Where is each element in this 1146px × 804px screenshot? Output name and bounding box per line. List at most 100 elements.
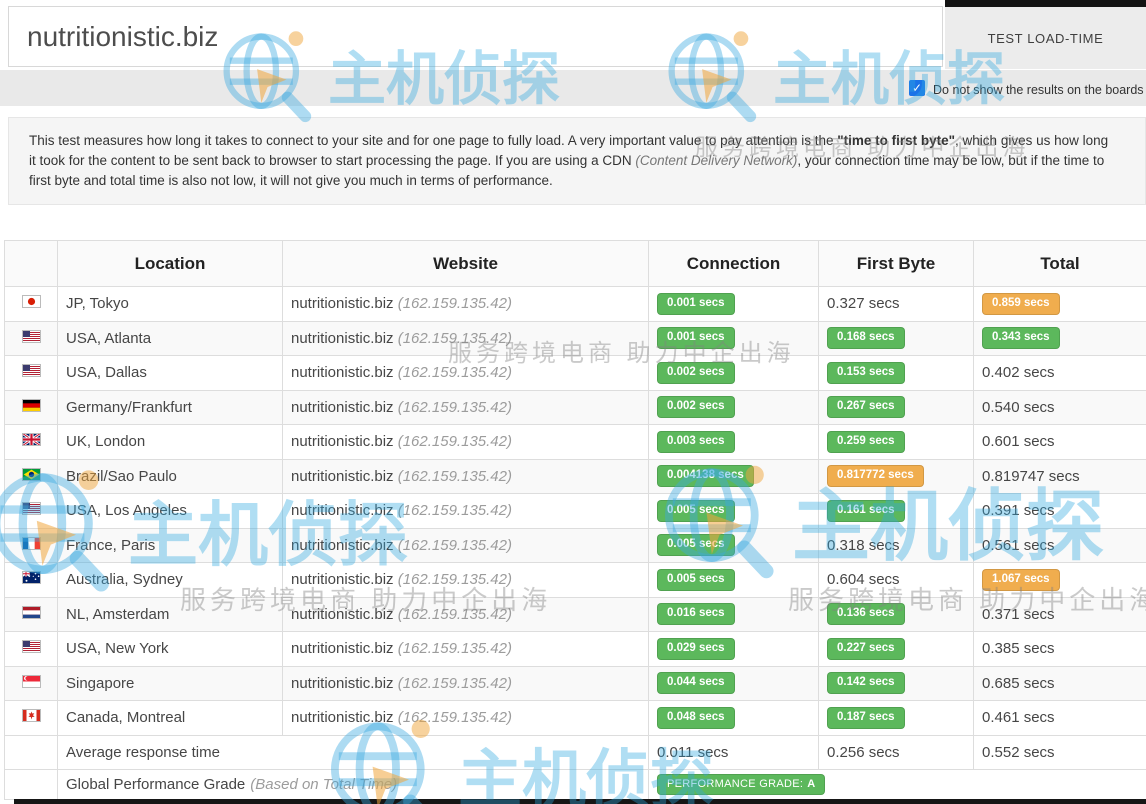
flag-us-icon	[22, 640, 41, 657]
test-load-time-button[interactable]: TEST LOAD-TIME	[945, 7, 1146, 69]
connection-cell: 0.004138 secs	[649, 459, 819, 494]
location-cell: Germany/Frankfurt	[58, 390, 283, 425]
bottom-black-bar	[14, 799, 1146, 804]
time-value: 0.819747 secs	[982, 468, 1080, 485]
table-row: NL, Amsterdam nutritionistic.biz (162.15…	[5, 597, 1146, 632]
flag-de-icon	[22, 399, 41, 416]
table-row: USA, Los Angeles nutritionistic.biz (162…	[5, 494, 1146, 529]
connection-cell: 0.005 secs	[649, 528, 819, 563]
website-cell: nutritionistic.biz (162.159.135.42)	[283, 563, 649, 598]
table-row: JP, Tokyo nutritionistic.biz (162.159.13…	[5, 287, 1146, 322]
time-badge: 0.029 secs	[657, 638, 735, 660]
location-cell: USA, Dallas	[58, 356, 283, 391]
total-cell: 0.685 secs	[974, 666, 1146, 701]
location-cell: Brazil/Sao Paulo	[58, 459, 283, 494]
flag-us-icon	[22, 330, 41, 347]
first-byte-cell: 0.142 secs	[819, 666, 974, 701]
flag-column-header	[5, 241, 58, 287]
time-badge: 0.044 secs	[657, 672, 735, 694]
first-byte-cell: 0.817772 secs	[819, 459, 974, 494]
website-cell: nutritionistic.biz (162.159.135.42)	[283, 321, 649, 356]
first-byte-cell: 0.604 secs	[819, 563, 974, 598]
first-byte-cell: 0.161 secs	[819, 494, 974, 529]
time-value: 0.385 secs	[982, 640, 1055, 657]
connection-cell: 0.003 secs	[649, 425, 819, 460]
average-label: Average response time	[58, 735, 649, 770]
flag-br-icon	[22, 468, 41, 485]
time-value: 0.461 secs	[982, 709, 1055, 726]
time-badge: 0.136 secs	[827, 603, 905, 625]
connection-cell: 0.002 secs	[649, 390, 819, 425]
time-value: 0.371 secs	[982, 606, 1055, 623]
flag-nl-icon	[22, 606, 41, 623]
website-cell: nutritionistic.biz (162.159.135.42)	[283, 287, 649, 322]
results-table: Location Website Connection First Byte T…	[4, 240, 1146, 800]
first-byte-cell: 0.153 secs	[819, 356, 974, 391]
time-badge: 1.067 secs	[982, 569, 1060, 591]
time-badge: 0.005 secs	[657, 569, 735, 591]
grade-badge-cell: PERFORMANCE GRADE: A	[649, 770, 1146, 800]
time-badge: 0.859 secs	[982, 293, 1060, 315]
table-row: Germany/Frankfurt nutritionistic.biz (16…	[5, 390, 1146, 425]
time-badge: 0.016 secs	[657, 603, 735, 625]
website-cell: nutritionistic.biz (162.159.135.42)	[283, 425, 649, 460]
grade-badge-prefix: PERFORMANCE GRADE:	[667, 778, 803, 790]
time-badge: 0.003 secs	[657, 431, 735, 453]
total-cell: 0.391 secs	[974, 494, 1146, 529]
time-badge: 0.259 secs	[827, 431, 905, 453]
total-cell: 0.859 secs	[974, 287, 1146, 322]
time-value: 0.561 secs	[982, 537, 1055, 554]
connection-cell: 0.048 secs	[649, 701, 819, 736]
time-badge: 0.817772 secs	[827, 465, 924, 487]
domain-input[interactable]	[8, 6, 943, 67]
grade-badge-value: A	[807, 778, 815, 790]
grade-row: Global Performance Grade(Based on Total …	[5, 770, 1146, 800]
location-cell: Canada, Montreal	[58, 701, 283, 736]
flag-us-icon	[22, 364, 41, 381]
connection-cell: 0.029 secs	[649, 632, 819, 667]
total-cell: 0.343 secs	[974, 321, 1146, 356]
website-cell: nutritionistic.biz (162.159.135.42)	[283, 632, 649, 667]
hide-results-checkbox-label: Do not show the results on the boards	[933, 83, 1144, 97]
location-cell: UK, London	[58, 425, 283, 460]
time-badge: 0.227 secs	[827, 638, 905, 660]
hide-results-checkbox[interactable]: ✓	[909, 80, 925, 96]
time-badge: 0.005 secs	[657, 534, 735, 556]
time-value: 0.327 secs	[827, 295, 900, 312]
connection-cell: 0.005 secs	[649, 494, 819, 529]
table-row: USA, New York nutritionistic.biz (162.15…	[5, 632, 1146, 667]
table-row: USA, Atlanta nutritionistic.biz (162.159…	[5, 321, 1146, 356]
description-bold: "time to first byte"	[837, 133, 955, 148]
first-byte-cell: 0.168 secs	[819, 321, 974, 356]
time-value: 0.540 secs	[982, 399, 1055, 416]
time-value: 0.391 secs	[982, 502, 1055, 519]
time-badge: 0.001 secs	[657, 327, 735, 349]
performance-grade-badge: PERFORMANCE GRADE: A	[657, 774, 825, 795]
location-cell: Australia, Sydney	[58, 563, 283, 598]
total-cell: 0.461 secs	[974, 701, 1146, 736]
location-cell: France, Paris	[58, 528, 283, 563]
total-column-header: Total	[974, 241, 1146, 287]
table-row: Australia, Sydney nutritionistic.biz (16…	[5, 563, 1146, 598]
location-cell: USA, New York	[58, 632, 283, 667]
connection-cell: 0.044 secs	[649, 666, 819, 701]
total-cell: 1.067 secs	[974, 563, 1146, 598]
time-badge: 0.001 secs	[657, 293, 735, 315]
time-badge: 0.168 secs	[827, 327, 905, 349]
time-badge: 0.153 secs	[827, 362, 905, 384]
total-cell: 0.819747 secs	[974, 459, 1146, 494]
connection-cell: 0.016 secs	[649, 597, 819, 632]
average-connection-value: 0.011 secs	[649, 735, 819, 770]
time-value: 0.601 secs	[982, 433, 1055, 450]
total-cell: 0.601 secs	[974, 425, 1146, 460]
flag-fr-icon	[22, 537, 41, 554]
average-total-value: 0.552 secs	[974, 735, 1146, 770]
first-byte-cell: 0.318 secs	[819, 528, 974, 563]
test-description: This test measures how long it takes to …	[8, 117, 1146, 205]
connection-cell: 0.001 secs	[649, 287, 819, 322]
flag-jp-icon	[22, 295, 41, 312]
location-column-header: Location	[58, 241, 283, 287]
total-cell: 0.371 secs	[974, 597, 1146, 632]
location-cell: USA, Los Angeles	[58, 494, 283, 529]
total-cell: 0.402 secs	[974, 356, 1146, 391]
